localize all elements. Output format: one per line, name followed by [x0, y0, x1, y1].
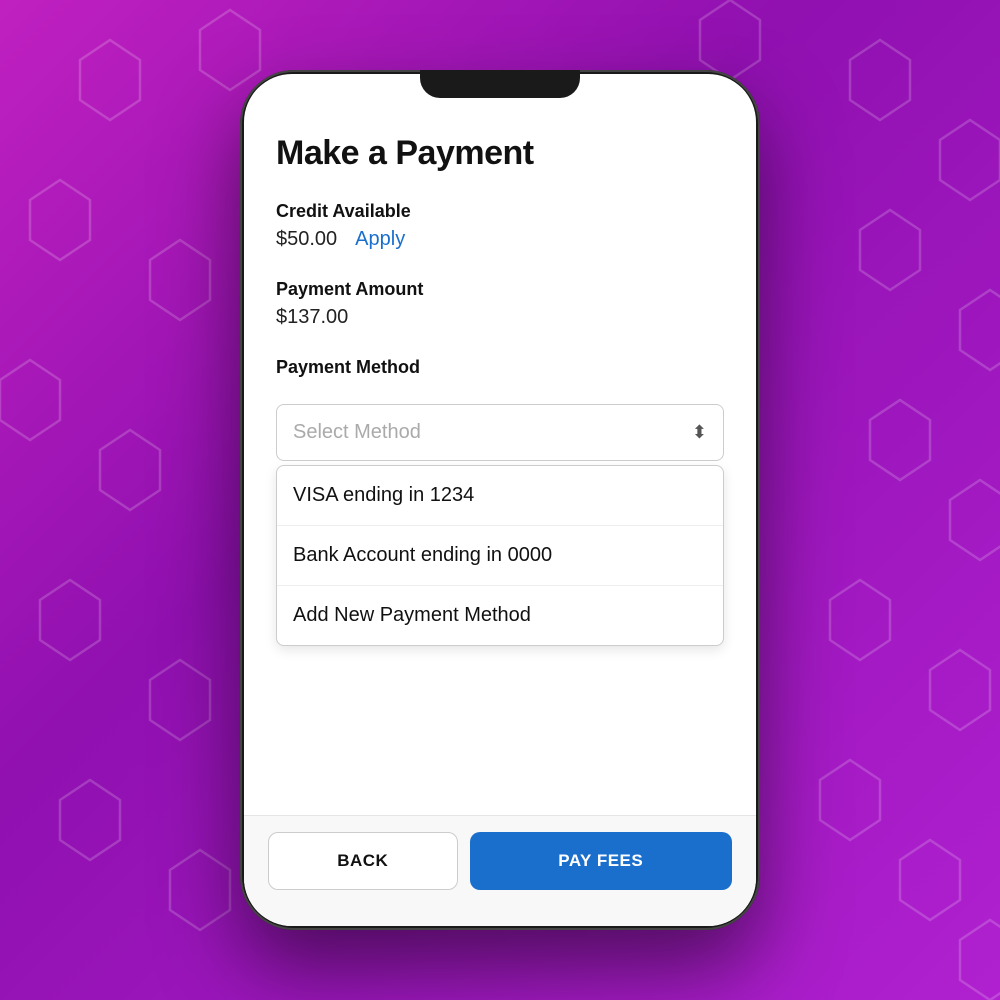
payment-method-select[interactable]: Select Method ⬍ [276, 404, 724, 461]
payment-method-section: Payment Method Select Method ⬍ VISA endi… [276, 357, 724, 646]
credit-row: $50.00 Apply [276, 228, 724, 251]
bottom-bar: BACK PAY FEES [244, 815, 756, 926]
dropdown-item-add-new[interactable]: Add New Payment Method [277, 586, 723, 645]
apply-link[interactable]: Apply [355, 228, 405, 251]
select-placeholder: Select Method [293, 421, 421, 444]
select-arrow-icon: ⬍ [692, 422, 707, 443]
phone-screen: Make a Payment Credit Available $50.00 A… [244, 74, 756, 926]
dropdown-item-visa[interactable]: VISA ending in 1234 [277, 466, 723, 526]
page-title: Make a Payment [276, 134, 724, 173]
payment-amount-value: $137.00 [276, 306, 724, 329]
screen-content: Make a Payment Credit Available $50.00 A… [244, 74, 756, 815]
back-button[interactable]: BACK [268, 832, 458, 890]
credit-label: Credit Available [276, 201, 724, 222]
phone-notch [420, 70, 580, 98]
credit-amount: $50.00 [276, 228, 337, 251]
payment-method-dropdown: VISA ending in 1234 Bank Account ending … [276, 465, 724, 646]
payment-method-label: Payment Method [276, 357, 724, 378]
phone-shell: Make a Payment Credit Available $50.00 A… [240, 70, 760, 930]
dropdown-item-bank[interactable]: Bank Account ending in 0000 [277, 526, 723, 586]
pay-fees-button[interactable]: PAY FEES [470, 832, 733, 890]
select-display[interactable]: Select Method ⬍ [277, 405, 723, 460]
payment-amount-label: Payment Amount [276, 279, 724, 300]
